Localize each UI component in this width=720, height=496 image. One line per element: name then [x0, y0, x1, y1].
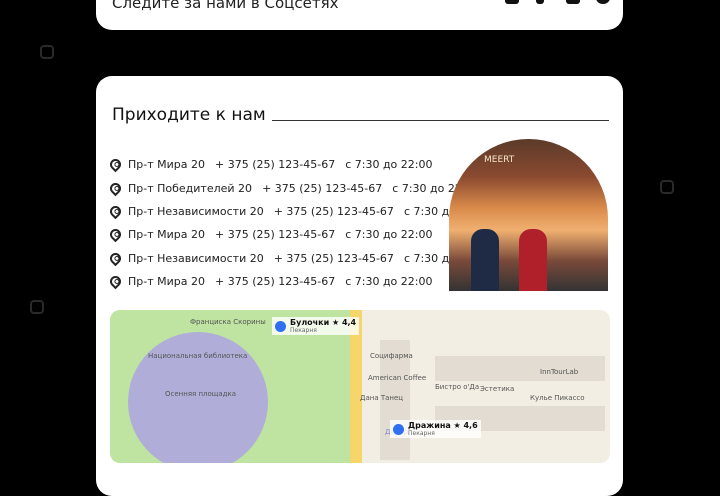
address: Пр-т Независимости 20 — [128, 204, 264, 218]
location-list: Пр-т Мира 20 + 375 (25) 123-45-67 с 7:30 д… — [107, 153, 501, 293]
poi-name: Дражина ★ 4,6 — [408, 421, 478, 430]
tiktok-icon[interactable] — [536, 0, 544, 4]
facebook-icon[interactable] — [596, 0, 610, 4]
map[interactable]: Франциска Скорины Национальная библиотек… — [110, 310, 610, 463]
map-label: Осенняя площадка — [165, 390, 237, 398]
map-poi[interactable]: Булочки ★ 4,4 Пекарня — [272, 317, 360, 335]
location-pin-icon — [107, 273, 124, 290]
mail-icon[interactable] — [505, 0, 519, 4]
poi-name: Булочки ★ 4,4 — [290, 318, 357, 327]
hours: с 7:30 до 22:00 — [345, 228, 433, 242]
visit-card: Приходите к нам Пр-т Мира 20 + 375 (25) 1… — [96, 76, 623, 496]
social-card: Следите за нами в Соцсетях — [96, 0, 623, 30]
map-label: Дана Танец — [360, 394, 404, 402]
map-label: Кулье Пикассо — [530, 394, 585, 402]
phone[interactable]: + 375 (25) 123-45-67 — [274, 252, 394, 265]
location-pin-icon — [107, 156, 124, 173]
background-pattern — [30, 300, 44, 314]
location-pin-icon — [107, 250, 124, 267]
location-row: Пр-т Мира 20 + 375 (25) 123-45-67 с 7:30 д… — [107, 270, 501, 293]
location-pin-icon — [107, 180, 124, 196]
location-row: Пр-т Победителей 20 + 375 (25) 123-45-67 с… — [107, 176, 501, 199]
person — [471, 229, 499, 291]
location-pin-icon — [107, 227, 124, 243]
instagram-icon[interactable] — [566, 0, 580, 4]
address: Пр-т Независимости 20 — [128, 251, 264, 265]
phone[interactable]: + 375 (25) 123-45-67 — [262, 182, 382, 195]
map-label: InnTourLab — [540, 368, 579, 376]
hours: с 7:30 до 22:00 — [345, 275, 433, 289]
store-sign: MEERT — [484, 155, 515, 165]
map-label: Бистро о'Да — [435, 383, 480, 391]
phone[interactable]: + 375 (25) 123-45-67 — [215, 158, 335, 171]
poi-type: Пекарня — [408, 430, 435, 437]
location-row: Пр-т Независимости 20 + 375 (25) 123-45-6… — [107, 200, 501, 223]
hours: с 7:30 до 22:00 — [345, 158, 433, 172]
social-title: Следите за нами в Соцсетях — [112, 0, 339, 12]
phone[interactable]: + 375 (25) 123-45-67 — [215, 275, 335, 288]
bakery-pin-icon — [393, 423, 404, 435]
poi-type: Пекарня — [290, 327, 317, 334]
map-label: Социфарма — [370, 352, 413, 360]
divider — [272, 120, 609, 121]
background-pattern — [40, 45, 54, 59]
address: Пр-т Мира 20 — [128, 228, 205, 242]
map-label: American Coffee — [368, 374, 427, 382]
map-label: Эстетика — [480, 385, 515, 393]
address: Пр-т Мира 20 — [128, 275, 205, 289]
map-building — [435, 356, 605, 381]
phone[interactable]: + 375 (25) 123-45-67 — [274, 205, 394, 218]
map-label: Национальная библиотека — [148, 352, 248, 360]
map-label: Франциска Скорины — [190, 318, 266, 326]
person — [519, 229, 547, 291]
phone[interactable]: + 375 (25) 123-45-67 — [215, 228, 335, 241]
address: Пр-т Мира 20 — [128, 158, 205, 172]
location-row: Пр-т Независимости 20 + 375 (25) 123-45-6… — [107, 247, 501, 270]
visit-title: Приходите к нам — [112, 105, 266, 125]
store-photo: MEERT — [449, 139, 608, 291]
map-poi[interactable]: Дражина ★ 4,6 Пекарня — [390, 420, 481, 438]
background-pattern — [660, 180, 674, 194]
location-row: Пр-т Мира 20 + 375 (25) 123-45-67 с 7:30 д… — [107, 153, 501, 176]
address: Пр-т Победителей 20 — [128, 181, 253, 195]
bakery-pin-icon — [275, 320, 286, 332]
location-pin-icon — [107, 203, 124, 220]
location-row: Пр-т Мира 20 + 375 (25) 123-45-67 с 7:30 д… — [107, 223, 501, 246]
